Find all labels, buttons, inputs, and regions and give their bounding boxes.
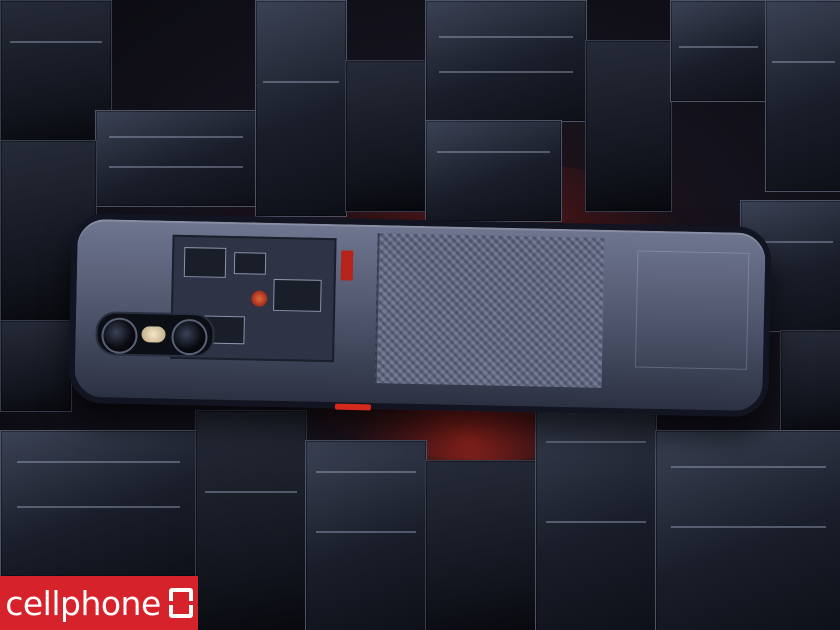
power-button [334,403,372,411]
cube-block [535,400,657,630]
product-photo: cellphone [0,0,840,630]
camera-lens-icon [171,318,208,356]
cube-block [585,40,672,212]
transparent-back-panel [68,212,772,418]
cube-block [425,0,587,122]
s-square-icon [168,588,193,618]
camera-lens-icon [101,317,138,355]
processor-logo-icon [251,290,268,307]
cube-block [0,430,197,577]
cube-block [195,410,307,630]
cube-block [255,0,347,217]
red-component [340,250,354,281]
chip [233,252,267,275]
flash-icon [141,326,166,343]
cube-block [655,430,840,630]
cube-block [780,330,840,432]
chip [183,247,227,278]
chip [273,278,322,312]
dual-camera [95,311,215,358]
top-components [634,250,750,370]
brand-name: cellphone [5,583,161,623]
cube-block [425,460,537,630]
cube-block [425,120,562,222]
brand-logo: cellphone [0,576,198,630]
cube-block [95,110,257,207]
cube-block [305,440,427,630]
cube-block [345,60,427,212]
cube-block [765,0,840,192]
carbon-fiber-panel [374,233,605,388]
cube-block [0,320,72,412]
cube-block [670,0,767,102]
smartphone [68,212,772,418]
